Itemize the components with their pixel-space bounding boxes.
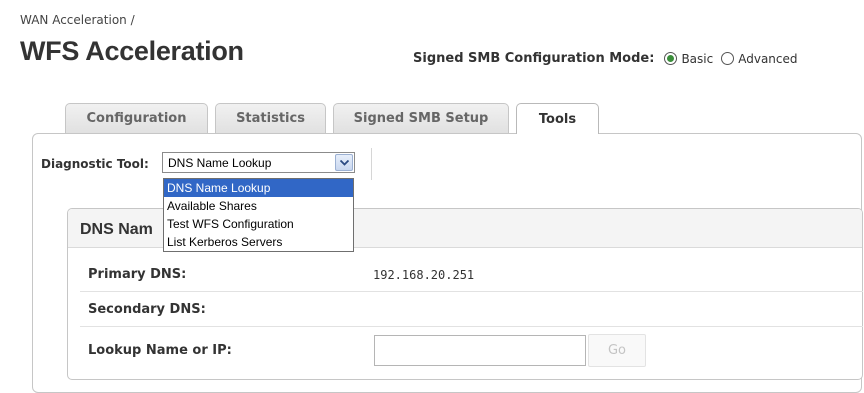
secondary-dns-label: Secondary DNS: — [88, 302, 206, 317]
tab-tools[interactable]: Tools — [516, 103, 599, 134]
breadcrumb: WAN Acceleration / — [20, 13, 135, 27]
tab-bar: Configuration Statistics Signed SMB Setu… — [65, 103, 606, 134]
diagnostic-tool-label: Diagnostic Tool: — [41, 157, 149, 171]
tab-configuration[interactable]: Configuration — [65, 103, 208, 133]
diagnostic-tool-value: DNS Name Lookup — [168, 155, 272, 170]
tab-statistics[interactable]: Statistics — [215, 103, 326, 133]
dropdown-option-test-wfs-configuration[interactable]: Test WFS Configuration — [164, 215, 353, 233]
row-divider — [80, 291, 863, 292]
page-title: WFS Acceleration — [20, 36, 244, 66]
chevron-down-icon[interactable] — [335, 154, 353, 171]
primary-dns-label: Primary DNS: — [88, 267, 187, 282]
radio-unchecked-icon — [721, 52, 735, 65]
lookup-name-input[interactable] — [374, 335, 586, 366]
signed-smb-mode-selector: Signed SMB Configuration Mode: Basic Adv… — [413, 51, 806, 66]
diagnostic-tool-select[interactable]: DNS Name Lookup — [162, 152, 355, 173]
primary-dns-value: 192.168.20.251 — [373, 268, 475, 282]
mode-advanced-label: Advanced — [738, 51, 798, 66]
divider — [371, 148, 372, 180]
dropdown-option-available-shares[interactable]: Available Shares — [164, 197, 353, 215]
mode-advanced-radio[interactable]: Advanced — [721, 51, 798, 66]
signed-smb-mode-label: Signed SMB Configuration Mode: — [413, 51, 655, 66]
mode-basic-label: Basic — [681, 51, 714, 66]
section-title: DNS Nam — [80, 221, 153, 238]
dropdown-option-dns-name-lookup[interactable]: DNS Name Lookup — [164, 179, 353, 197]
radio-checked-icon — [664, 52, 678, 65]
go-button[interactable]: Go — [588, 334, 646, 367]
row-divider — [80, 326, 863, 327]
tab-signed-smb-setup[interactable]: Signed SMB Setup — [333, 103, 509, 133]
mode-basic-radio[interactable]: Basic — [664, 52, 713, 66]
dropdown-option-list-kerberos-servers[interactable]: List Kerberos Servers — [164, 233, 353, 251]
lookup-name-label: Lookup Name or IP: — [88, 343, 232, 358]
diagnostic-tool-dropdown: DNS Name Lookup Available Shares Test WF… — [163, 178, 354, 252]
